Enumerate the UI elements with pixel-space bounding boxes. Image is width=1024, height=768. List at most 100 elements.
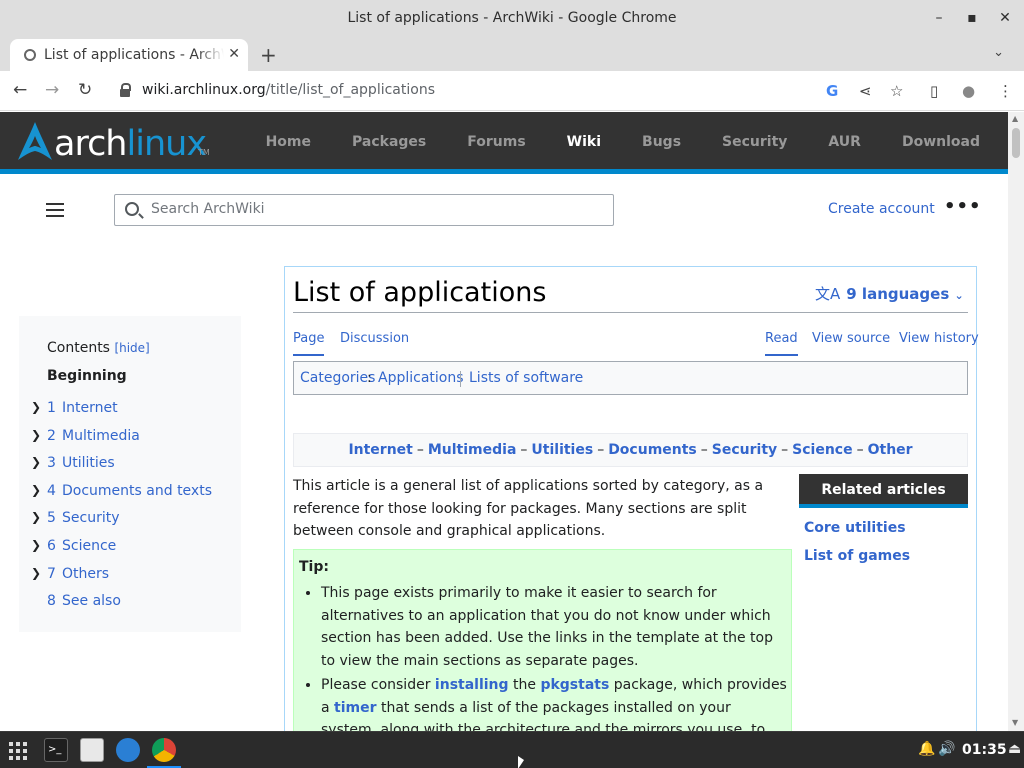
section-separator: – bbox=[700, 442, 708, 458]
chevron-right-icon[interactable]: ❯ bbox=[31, 510, 41, 524]
section-link-security[interactable]: Security bbox=[712, 442, 777, 458]
nav-forums[interactable]: Forums bbox=[467, 134, 525, 150]
create-account-link[interactable]: Create account bbox=[828, 201, 935, 217]
maximize-button[interactable]: ▪ bbox=[963, 9, 981, 27]
toc-item-label: Internet bbox=[62, 400, 118, 416]
app-launcher-icon[interactable] bbox=[9, 742, 27, 760]
side-panel-icon[interactable]: ▯ bbox=[930, 82, 938, 100]
categories-label[interactable]: Categories bbox=[300, 370, 375, 386]
profile-icon[interactable]: ● bbox=[962, 82, 975, 100]
tab-discussion[interactable]: Discussion bbox=[340, 331, 409, 354]
page-scrollbar[interactable]: ▲ ▼ bbox=[1008, 112, 1024, 731]
toc-hide-link[interactable]: [hide] bbox=[114, 341, 149, 355]
tip-text: the bbox=[508, 677, 541, 693]
chevron-right-icon[interactable]: ❯ bbox=[31, 400, 41, 414]
category-lists-of-software[interactable]: Lists of software bbox=[469, 370, 583, 386]
window-titlebar[interactable]: List of applications - ArchWiki - Google… bbox=[0, 0, 1024, 37]
url-host: wiki.archlinux.org bbox=[142, 82, 266, 98]
clock[interactable]: 01:35 bbox=[962, 742, 1007, 758]
category-applications[interactable]: Applications bbox=[378, 370, 464, 386]
search-input[interactable] bbox=[151, 201, 601, 217]
nav-security[interactable]: Security bbox=[722, 134, 787, 150]
section-link-utilities[interactable]: Utilities bbox=[531, 442, 593, 458]
terminal-icon[interactable]: >_ bbox=[44, 738, 68, 762]
logout-icon[interactable]: ⏏ bbox=[1008, 741, 1021, 757]
chrome-menu-icon[interactable]: ⋮ bbox=[998, 82, 1013, 100]
section-separator: – bbox=[597, 442, 605, 458]
related-list-of-games[interactable]: List of games bbox=[804, 548, 968, 564]
language-selector[interactable]: 文A 9 languages ⌄ bbox=[815, 283, 964, 304]
web-browser-icon[interactable] bbox=[116, 738, 140, 762]
minimize-button[interactable]: – bbox=[930, 9, 948, 27]
nav-download[interactable]: Download bbox=[902, 134, 980, 150]
nav-aur[interactable]: AUR bbox=[828, 134, 861, 150]
section-link-science[interactable]: Science bbox=[792, 442, 852, 458]
share-icon[interactable]: ⋖ bbox=[859, 82, 872, 100]
toc-item-number: 5 bbox=[47, 510, 56, 527]
google-translate-icon[interactable]: G bbox=[826, 82, 838, 100]
section-separator: – bbox=[856, 442, 864, 458]
pkgstats-link[interactable]: pkgstats bbox=[540, 677, 609, 693]
related-articles-heading: Related articles bbox=[799, 474, 968, 508]
tab-read[interactable]: Read bbox=[765, 331, 798, 356]
related-core-utilities[interactable]: Core utilities bbox=[804, 520, 968, 536]
table-of-contents: Contents [hide] Beginning ❯ 1 Internet ❯ 2 Mu… bbox=[19, 316, 241, 632]
url-text[interactable]: wiki.archlinux.org/title/list_of_applica… bbox=[142, 82, 435, 98]
toc-item-label: See also bbox=[62, 593, 121, 610]
tab-title: List of applications - ArchWiki bbox=[44, 47, 224, 63]
logo-trademark: TM bbox=[198, 148, 210, 157]
scroll-thumb[interactable] bbox=[1012, 128, 1020, 158]
tip-text: that sends a list of the packages instal… bbox=[321, 699, 766, 732]
tab-close-icon[interactable]: ✕ bbox=[228, 46, 240, 62]
installing-link[interactable]: installing bbox=[435, 677, 509, 693]
volume-icon[interactable]: 🔊 bbox=[938, 741, 955, 757]
close-window-button[interactable]: ✕ bbox=[996, 9, 1014, 27]
lock-icon[interactable] bbox=[120, 83, 131, 97]
new-tab-button[interactable]: + bbox=[260, 43, 277, 67]
chevron-right-icon[interactable]: ❯ bbox=[31, 483, 41, 497]
notification-bell-icon[interactable]: 🔔 bbox=[918, 741, 935, 757]
chevron-right-icon[interactable]: ❯ bbox=[31, 538, 41, 552]
chevron-right-icon[interactable]: ❯ bbox=[31, 428, 41, 442]
browser-tab[interactable]: List of applications - ArchWiki ✕ bbox=[10, 39, 248, 71]
scroll-up-arrow[interactable]: ▲ bbox=[1012, 114, 1018, 123]
logo-wordmark: archlinux bbox=[54, 124, 207, 164]
search-icon bbox=[125, 202, 139, 216]
nav-wiki[interactable]: Wiki bbox=[567, 134, 601, 150]
tab-view-source[interactable]: View source bbox=[812, 331, 890, 354]
toc-item-label: Security bbox=[62, 510, 120, 527]
taskbar: >_ 🔔 🔊 01:35 ⏏ bbox=[0, 731, 1024, 768]
chrome-icon[interactable] bbox=[152, 738, 176, 762]
search-box[interactable] bbox=[114, 194, 614, 226]
nav-packages[interactable]: Packages bbox=[352, 134, 426, 150]
image-viewer-icon[interactable] bbox=[80, 738, 104, 762]
main-menu-icon[interactable] bbox=[46, 203, 64, 217]
tab-view-history[interactable]: View history bbox=[899, 331, 979, 354]
timer-link[interactable]: timer bbox=[334, 700, 376, 716]
tab-search-dropdown[interactable]: ⌄ bbox=[993, 45, 1004, 60]
arch-header: archlinux TM Home Packages Forums Wiki Bugs S… bbox=[0, 112, 1008, 174]
scroll-down-arrow[interactable]: ▼ bbox=[1012, 718, 1018, 727]
bookmark-star-icon[interactable]: ☆ bbox=[890, 82, 903, 100]
tip-list: This page exists primarily to make it ea… bbox=[321, 582, 787, 731]
toc-item-label: Documents and texts bbox=[62, 482, 212, 499]
section-link-other[interactable]: Other bbox=[868, 442, 913, 458]
section-link-multimedia[interactable]: Multimedia bbox=[428, 442, 517, 458]
tab-page[interactable]: Page bbox=[293, 331, 325, 356]
toc-beginning[interactable]: Beginning bbox=[47, 368, 127, 384]
reload-button[interactable]: ↻ bbox=[78, 80, 92, 100]
nav-bugs[interactable]: Bugs bbox=[642, 134, 681, 150]
section-link-internet[interactable]: Internet bbox=[348, 442, 412, 458]
toc-heading: Contents [hide] bbox=[47, 340, 150, 356]
section-link-documents[interactable]: Documents bbox=[608, 442, 697, 458]
user-menu-icon[interactable]: ••• bbox=[944, 196, 982, 217]
forward-button[interactable]: → bbox=[45, 80, 59, 100]
tip-item: Please consider installing the pkgstats … bbox=[321, 674, 787, 731]
nav-home[interactable]: Home bbox=[266, 134, 311, 150]
back-button[interactable]: ← bbox=[13, 80, 27, 100]
chevron-right-icon[interactable]: ❯ bbox=[31, 566, 41, 580]
logo-arch-text: arch bbox=[54, 124, 127, 164]
address-bar[interactable]: wiki.archlinux.org/title/list_of_applica… bbox=[108, 76, 920, 106]
window-title: List of applications - ArchWiki - Google… bbox=[347, 10, 677, 26]
chevron-right-icon[interactable]: ❯ bbox=[31, 455, 41, 469]
